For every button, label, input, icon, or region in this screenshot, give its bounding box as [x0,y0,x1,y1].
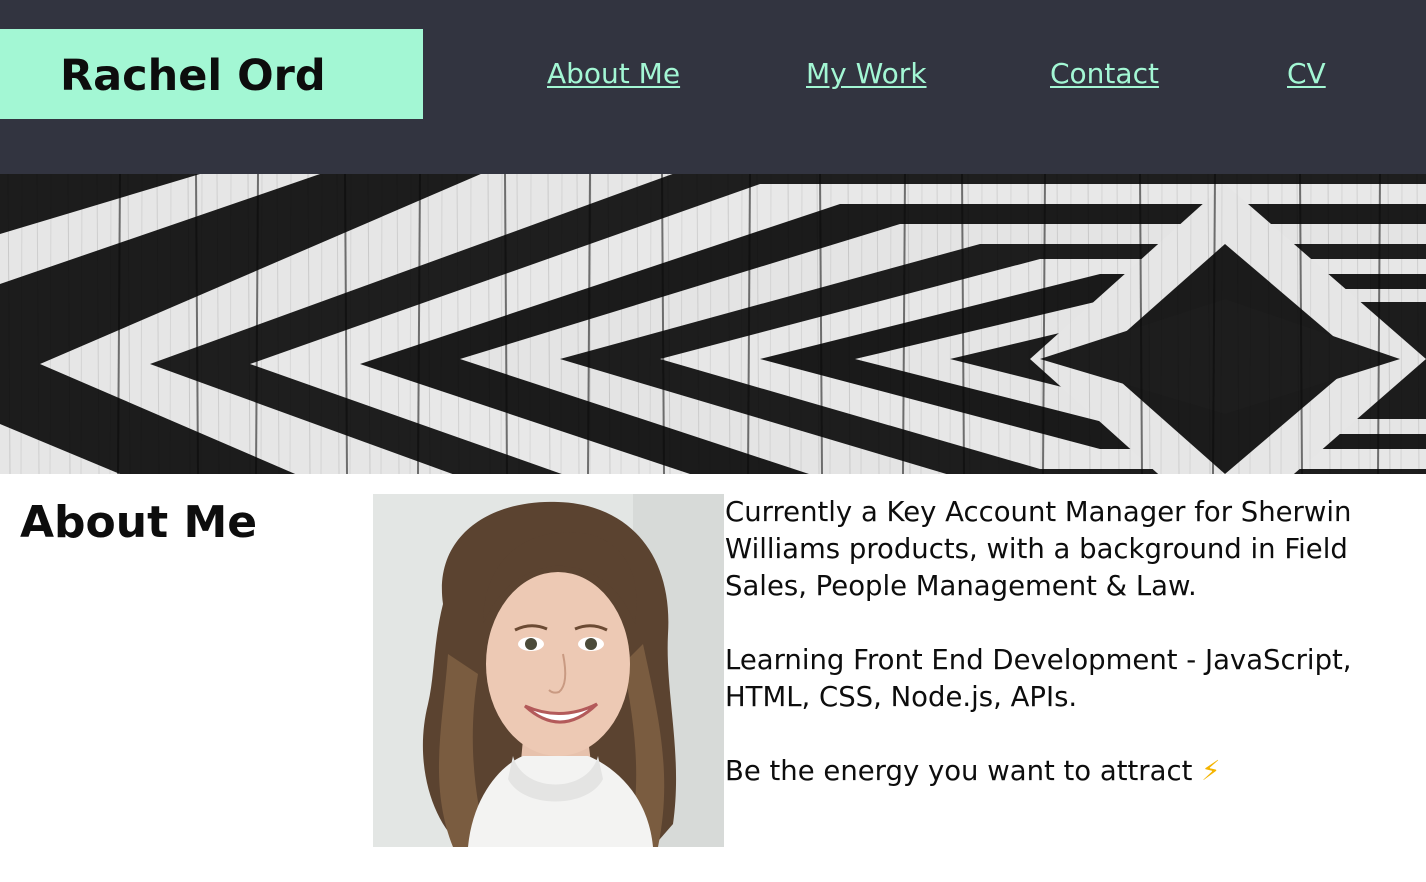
about-bio: Currently a Key Account Manager for Sher… [725,494,1405,827]
about-heading: About Me [20,497,258,548]
nav-link-my-work[interactable]: My Work [806,56,927,92]
hero-banner-image [0,174,1426,474]
bio-tagline: Be the energy you want to attract ⚡ [725,753,1405,790]
profile-photo [373,494,724,847]
tagline-text: Be the energy you want to attract [725,755,1193,787]
bio-paragraph: Learning Front End Development - JavaScr… [725,644,1352,713]
nav-link-cv[interactable]: CV [1287,56,1326,92]
bio-paragraph: Currently a Key Account Manager for Sher… [725,496,1352,602]
site-header: Rachel Ord About Me My Work Contact CV [0,0,1426,174]
lightning-bolt-icon: ⚡ [1201,755,1221,787]
nav-link-about-me[interactable]: About Me [547,56,680,92]
site-title[interactable]: Rachel Ord [60,50,326,102]
nav-link-contact[interactable]: Contact [1050,56,1159,92]
